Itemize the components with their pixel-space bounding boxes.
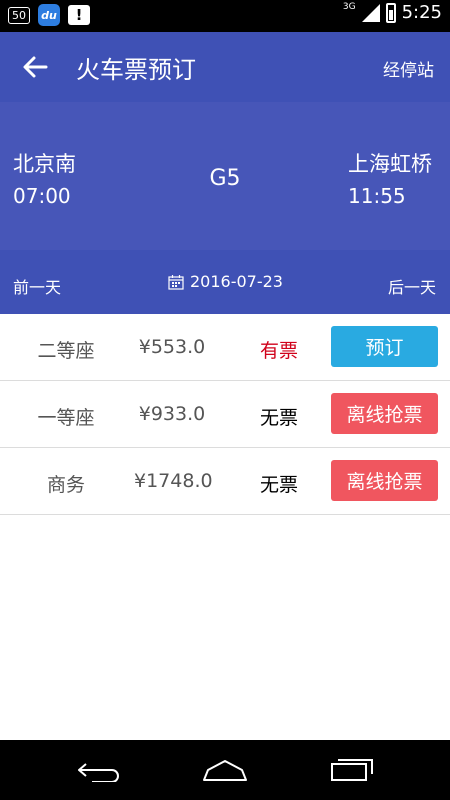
seat-row: 二等座 ¥553.0 有票 预订 (0, 314, 450, 381)
notification-count-icon: 50 (8, 6, 30, 24)
next-day-button[interactable]: 后一天 (388, 274, 436, 298)
offline-grab-button[interactable]: 离线抢票 (331, 460, 438, 501)
arrow-left-icon[interactable] (20, 52, 50, 82)
network-type: 3G (342, 1, 356, 12)
battery-icon (385, 2, 396, 23)
nav-recent-apps-icon[interactable] (328, 756, 374, 782)
seat-price: ¥1748.0 (134, 470, 213, 492)
seat-availability: 有票 (259, 340, 298, 362)
seat-price: ¥553.0 (138, 336, 206, 358)
status-time: 5:25 (401, 2, 442, 23)
page-title: 火车票预订 (76, 56, 196, 84)
prev-day-button[interactable]: 前一天 (13, 274, 61, 298)
train-info-panel: 北京南 07:00 G5 上海虹桥 11:55 (0, 102, 450, 250)
seat-list: 二等座 ¥553.0 有票 预订 一等座 ¥933.0 无票 离线抢票 商务 ¥… (0, 314, 450, 515)
nav-home-icon[interactable] (202, 758, 248, 782)
arrival-time: 11:55 (348, 184, 406, 208)
status-bar: 50 du ! 3G 5:25 (0, 0, 450, 32)
seat-row: 一等座 ¥933.0 无票 离线抢票 (0, 381, 450, 448)
du-app-icon: du (38, 4, 60, 26)
calendar-icon (168, 274, 184, 290)
arrival-station: 上海虹桥 (348, 152, 432, 176)
message-notification-icon: ! (68, 5, 90, 25)
nav-back-icon[interactable] (76, 760, 122, 783)
book-button[interactable]: 预订 (331, 326, 438, 367)
seat-type: 二等座 (37, 340, 95, 362)
seat-type: 商务 (46, 474, 85, 496)
app-bar: 火车票预订 经停站 (0, 32, 450, 102)
stops-button[interactable]: 经停站 (383, 56, 434, 81)
seat-row: 商务 ¥1748.0 无票 离线抢票 (0, 448, 450, 515)
date-picker[interactable]: 2016-07-23 (168, 272, 283, 291)
offline-grab-button[interactable]: 离线抢票 (331, 393, 438, 434)
seat-availability: 无票 (259, 407, 298, 429)
seat-price: ¥933.0 (138, 403, 206, 425)
system-nav-bar (0, 740, 450, 800)
date-bar: 前一天 2016-07-23 后一天 (0, 250, 450, 314)
signal-icon (361, 3, 380, 22)
seat-type: 一等座 (37, 407, 95, 429)
seat-availability: 无票 (259, 474, 298, 496)
selected-date: 2016-07-23 (190, 272, 283, 291)
